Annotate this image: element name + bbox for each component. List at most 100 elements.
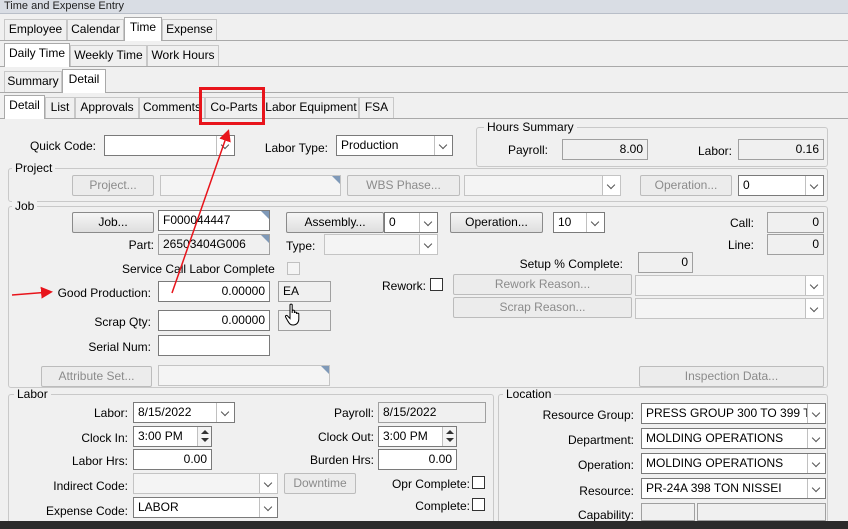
complete-label: Complete: (415, 499, 470, 513)
clock-out-field[interactable]: 3:00 PM (378, 426, 457, 447)
tab-detail[interactable]: Detail (4, 95, 45, 119)
chevron-down-icon[interactable] (807, 404, 825, 423)
wbs-phase-button[interactable]: WBS Phase... (347, 175, 460, 196)
resource-group-select[interactable]: PRESS GROUP 300 TO 399 TO (641, 403, 826, 424)
indirect-code-select[interactable] (133, 473, 278, 494)
chevron-down-icon[interactable] (807, 429, 825, 448)
quick-code-select[interactable] (104, 135, 235, 156)
chevron-down-icon[interactable] (586, 213, 604, 232)
chevron-down-icon[interactable] (216, 136, 234, 155)
attribute-set-button[interactable]: Attribute Set... (41, 366, 152, 387)
department-select[interactable]: MOLDING OPERATIONS (641, 428, 826, 449)
tab-labor-equipment[interactable]: Labor Equipment (263, 97, 359, 118)
chevron-down-icon[interactable] (419, 235, 437, 254)
project-button[interactable]: Project... (72, 175, 154, 196)
tab-list[interactable]: List (45, 97, 75, 118)
job-number-field[interactable]: F000044447 (158, 210, 270, 231)
expense-code-select[interactable]: LABOR (133, 497, 278, 518)
labor-hours-label: Labor: (697, 144, 732, 158)
tab-expense[interactable]: Expense (162, 19, 217, 40)
part-label: Part: (128, 238, 154, 252)
labor-hrs-field[interactable]: 0.00 (133, 449, 212, 470)
view-tabs: Summary Detail (0, 69, 848, 93)
job-operation-button[interactable]: Operation... (450, 212, 543, 233)
project-field[interactable] (160, 175, 341, 196)
tab-detail-view[interactable]: Detail (62, 69, 106, 93)
capability-description-field (697, 503, 826, 521)
job-operation-value: 10 (558, 215, 572, 229)
location-operation-select[interactable]: MOLDING OPERATIONS (641, 453, 826, 474)
type-select[interactable] (324, 234, 438, 255)
window-title: Time and Expense Entry (0, 0, 848, 14)
burden-hrs-field[interactable]: 0.00 (378, 449, 457, 470)
chevron-down-icon[interactable] (807, 454, 825, 473)
job-operation-select[interactable]: 10 (553, 212, 605, 233)
assembly-button[interactable]: Assembly... (286, 212, 384, 233)
tab-daily-time[interactable]: Daily Time (4, 43, 70, 67)
good-production-label: Good Production: (57, 286, 151, 300)
rework-reason-select[interactable] (635, 275, 824, 296)
chevron-down-icon[interactable] (805, 299, 823, 318)
clock-out-label: Clock Out: (317, 430, 374, 444)
scrap-reason-select[interactable] (635, 298, 824, 319)
detail-tabs: Detail List Approvals Comments Co-Parts … (0, 95, 848, 119)
scrap-qty-field[interactable]: 0.00000 (158, 310, 270, 331)
attribute-set-field[interactable] (158, 365, 330, 386)
chevron-down-icon[interactable] (216, 403, 234, 422)
payroll-date-label: Payroll: (333, 406, 374, 420)
wbs-phase-select[interactable] (464, 175, 621, 196)
tab-comments[interactable]: Comments (139, 97, 205, 118)
chevron-down-icon[interactable] (602, 176, 620, 195)
resource-label: Resource: (579, 484, 634, 498)
clock-out-value: 3:00 PM (383, 429, 428, 443)
inspection-data-button[interactable]: Inspection Data... (639, 366, 824, 387)
chevron-down-icon[interactable] (434, 136, 452, 155)
tab-work-hours[interactable]: Work Hours (147, 45, 219, 66)
serial-num-field[interactable] (158, 335, 270, 356)
complete-checkbox[interactable] (472, 498, 485, 511)
chevron-down-icon[interactable] (259, 474, 277, 493)
chevron-down-icon[interactable] (807, 479, 825, 498)
tab-employee[interactable]: Employee (4, 19, 67, 40)
assembly-select[interactable]: 0 (384, 212, 438, 233)
chevron-down-icon[interactable] (805, 176, 823, 195)
setup-complete-field: 0 (638, 252, 693, 273)
indirect-code-label: Indirect Code: (53, 479, 128, 493)
tab-fsa[interactable]: FSA (359, 97, 394, 118)
tab-time[interactable]: Time (124, 17, 162, 41)
job-button[interactable]: Job... (72, 212, 154, 233)
hours-summary-title: Hours Summary (484, 121, 577, 134)
chevron-down-icon[interactable] (805, 276, 823, 295)
spinner-icon[interactable] (442, 427, 456, 446)
location-title: Location (503, 388, 555, 401)
clock-in-label: Clock In: (81, 431, 128, 445)
time-tabs: Daily Time Weekly Time Work Hours (0, 43, 848, 67)
department-value: MOLDING OPERATIONS (646, 431, 784, 445)
scrap-qty-label: Scrap Qty: (94, 315, 151, 329)
capability-label: Capability: (577, 508, 634, 522)
spinner-icon[interactable] (197, 427, 211, 446)
chevron-down-icon[interactable] (259, 498, 277, 517)
tab-summary[interactable]: Summary (4, 71, 62, 92)
downtime-button[interactable]: Downtime (284, 473, 356, 494)
rework-reason-button[interactable]: Rework Reason... (453, 274, 632, 295)
tab-approvals[interactable]: Approvals (75, 97, 139, 118)
payroll-hours-label: Payroll: (507, 143, 548, 157)
good-production-field[interactable]: 0.00000 (158, 281, 270, 302)
rework-checkbox[interactable] (430, 278, 443, 291)
tab-calendar[interactable]: Calendar (67, 19, 124, 40)
tab-weekly-time[interactable]: Weekly Time (70, 45, 147, 66)
project-operation-button[interactable]: Operation... (640, 175, 732, 196)
quick-code-label: Quick Code: (29, 139, 96, 153)
service-call-checkbox[interactable] (287, 262, 300, 275)
clock-in-field[interactable]: 3:00 PM (133, 426, 212, 447)
labor-date-picker[interactable]: 8/15/2022 (133, 402, 235, 423)
labor-date-value: 8/15/2022 (138, 405, 192, 419)
opr-complete-checkbox[interactable] (472, 476, 485, 489)
labor-type-select[interactable]: Production (336, 135, 453, 156)
scrap-reason-button[interactable]: Scrap Reason... (453, 297, 632, 318)
chevron-down-icon[interactable] (419, 213, 437, 232)
resource-select[interactable]: PR-24A 398 TON NISSEI (641, 478, 826, 499)
line-field: 0 (767, 234, 824, 255)
project-operation-select[interactable]: 0 (738, 175, 824, 196)
